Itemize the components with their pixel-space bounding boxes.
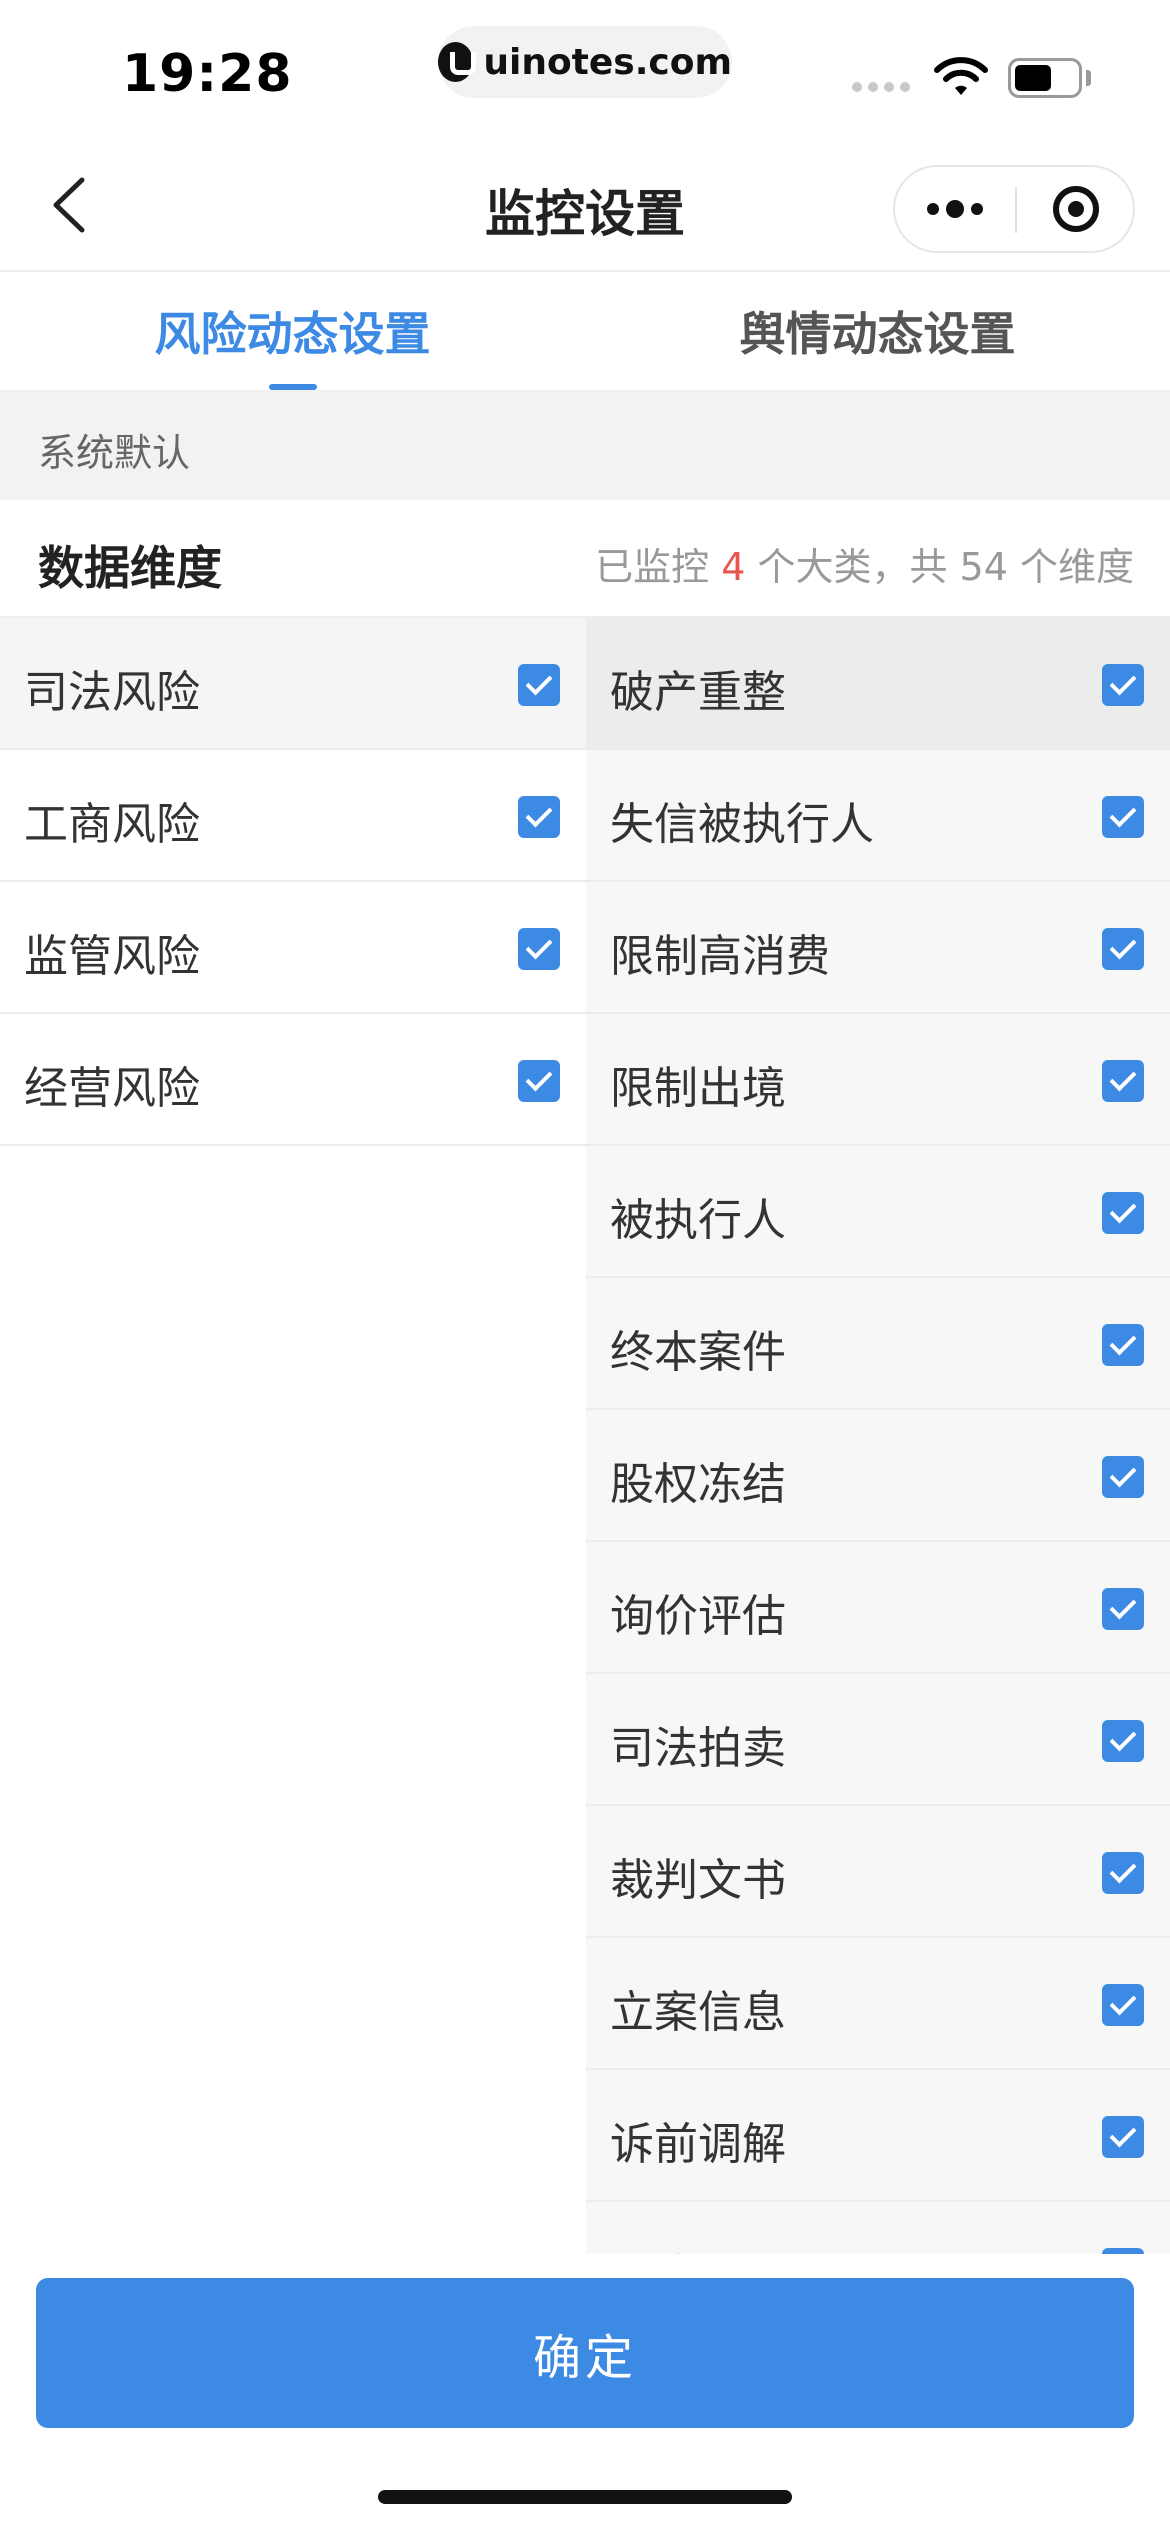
category-list: 司法风险 工商风险 监管风险 经营风险 <box>0 618 586 2254</box>
category-label: 经营风险 <box>24 1063 200 1114</box>
home-indicator <box>378 2490 792 2504</box>
dimension-label: 裁判文书 <box>610 1855 786 1906</box>
dimension-item[interactable]: 司法拍卖 <box>586 1674 1170 1806</box>
category-item-operational[interactable]: 经营风险 <box>0 1014 586 1146</box>
dimension-label: 限制出境 <box>610 1063 786 1114</box>
checkbox-checked-icon[interactable] <box>1102 1192 1144 1234</box>
checkbox-checked-icon[interactable] <box>1102 1852 1144 1894</box>
dimension-count: 54 <box>959 545 1008 589</box>
summary-suffix: 个维度 <box>1007 545 1134 589</box>
tab-label: 风险动态设置 <box>154 307 431 361</box>
dimension-item[interactable]: 限制出境 <box>586 1014 1170 1146</box>
dimension-item[interactable]: 股权冻结 <box>586 1410 1170 1542</box>
tab-public-opinion-settings[interactable]: 舆情动态设置 <box>585 272 1170 390</box>
dimension-label: 开庭公告 <box>610 2240 786 2254</box>
dimension-header: 数据维度 已监控 4 个大类，共 54 个维度 <box>0 500 1170 618</box>
battery-icon <box>1008 58 1082 98</box>
category-item-business[interactable]: 工商风险 <box>0 750 586 882</box>
section-header: 系统默认 <box>0 390 1170 500</box>
mini-program-capsule <box>893 165 1135 253</box>
checkbox-checked-icon[interactable] <box>518 928 560 970</box>
summary-middle: 个大类，共 <box>745 545 960 589</box>
tab-bar: 风险动态设置 舆情动态设置 <box>0 272 1170 390</box>
confirm-button[interactable]: 确定 <box>36 2278 1134 2428</box>
dimension-summary: 已监控 4 个大类，共 54 个维度 <box>595 536 1134 591</box>
dimension-item[interactable]: 失信被执行人 <box>586 750 1170 882</box>
dimension-label: 立案信息 <box>610 1987 786 2038</box>
checkbox-checked-icon[interactable] <box>518 796 560 838</box>
category-label: 工商风险 <box>24 799 200 850</box>
summary-prefix: 已监控 <box>595 545 722 589</box>
checkbox-checked-icon[interactable] <box>1102 1060 1144 1102</box>
dimension-label: 终本案件 <box>610 1327 786 1378</box>
category-label: 司法风险 <box>24 667 200 718</box>
checkbox-checked-icon[interactable] <box>1102 1984 1144 2026</box>
section-label: 系统默认 <box>38 431 191 475</box>
dimension-lists: 司法风险 工商风险 监管风险 经营风险 破产重整 失信被执行人 限制高消费 限制… <box>0 618 1170 2254</box>
checkbox-checked-icon[interactable] <box>1102 1456 1144 1498</box>
category-label: 监管风险 <box>24 931 200 982</box>
tab-label: 舆情动态设置 <box>739 307 1016 361</box>
dimension-label: 司法拍卖 <box>610 1723 786 1774</box>
more-dots-icon[interactable] <box>895 167 1015 251</box>
target-circle-icon[interactable] <box>1017 167 1135 251</box>
category-count: 4 <box>721 545 746 589</box>
dimension-label: 失信被执行人 <box>610 799 874 850</box>
checkbox-checked-icon[interactable] <box>1102 1720 1144 1762</box>
cellular-signal-icon <box>852 82 910 92</box>
url-text: uinotes.com <box>483 41 732 83</box>
checkbox-checked-icon[interactable] <box>1102 1324 1144 1366</box>
dimension-item[interactable]: 裁判文书 <box>586 1806 1170 1938</box>
dimension-item[interactable]: 限制高消费 <box>586 882 1170 1014</box>
site-logo-icon <box>438 42 477 82</box>
checkbox-checked-icon[interactable] <box>518 1060 560 1102</box>
dimension-label: 股权冻结 <box>610 1459 786 1510</box>
battery-tip <box>1086 70 1091 86</box>
dimension-item[interactable]: 开庭公告 <box>586 2202 1170 2254</box>
checkbox-checked-icon[interactable] <box>1102 2116 1144 2158</box>
dimension-label: 询价评估 <box>610 1591 786 1642</box>
category-item-judicial[interactable]: 司法风险 <box>0 618 586 750</box>
dimension-list: 破产重整 失信被执行人 限制高消费 限制出境 被执行人 终本案件 股权冻结 询价… <box>586 618 1170 2254</box>
url-pill: uinotes.com <box>438 26 732 98</box>
dimension-item[interactable]: 破产重整 <box>586 618 1170 750</box>
status-time: 19:28 <box>122 44 293 104</box>
dimension-label: 被执行人 <box>610 1195 786 1246</box>
checkbox-checked-icon[interactable] <box>1102 928 1144 970</box>
checkbox-checked-icon[interactable] <box>1102 1588 1144 1630</box>
category-item-regulatory[interactable]: 监管风险 <box>0 882 586 1014</box>
dimension-title: 数据维度 <box>38 541 222 595</box>
dimension-item[interactable]: 立案信息 <box>586 1938 1170 2070</box>
dimension-item[interactable]: 询价评估 <box>586 1542 1170 1674</box>
tab-risk-settings[interactable]: 风险动态设置 <box>0 272 585 390</box>
dimension-label: 限制高消费 <box>610 931 830 982</box>
dimension-item[interactable]: 终本案件 <box>586 1278 1170 1410</box>
dimension-item[interactable]: 诉前调解 <box>586 2070 1170 2202</box>
checkbox-checked-icon[interactable] <box>1102 796 1144 838</box>
dimension-item[interactable]: 被执行人 <box>586 1146 1170 1278</box>
wifi-icon <box>934 57 988 95</box>
nav-bar: 监控设置 <box>0 140 1170 270</box>
dimension-label: 破产重整 <box>610 667 786 718</box>
status-bar: 19:28 uinotes.com <box>0 0 1170 140</box>
checkbox-checked-icon[interactable] <box>1102 664 1144 706</box>
checkbox-checked-icon[interactable] <box>518 664 560 706</box>
dimension-label: 诉前调解 <box>610 2119 786 2170</box>
